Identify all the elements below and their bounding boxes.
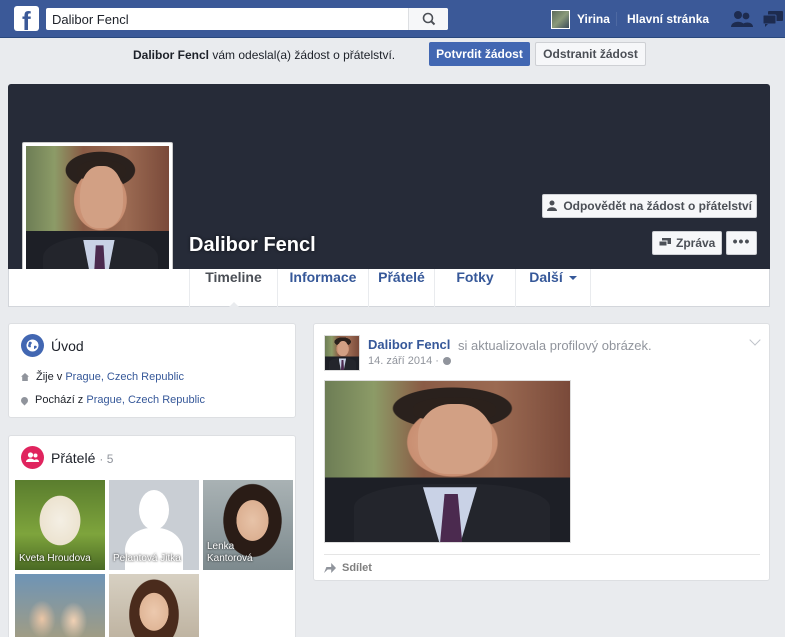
person-icon [546,200,557,211]
friend-name: Lenka Kantorová [207,541,253,564]
search-box[interactable] [46,8,448,30]
tab-more-label: Další [529,269,563,285]
divider [324,554,760,555]
friend-tile[interactable]: Pelantová Jitka [109,480,199,570]
top-navigation-bar: f Yirina Hlavní stránka [0,0,785,38]
intro-title: Úvod [51,338,84,354]
friends-icon [21,446,44,469]
request-message: vám odeslal(a) žádost o přátelství. [212,48,396,62]
message-label: Zpráva [675,236,716,250]
friends-count: · 5 [99,452,114,466]
tab-info[interactable]: Informace [278,269,369,307]
message-icon [658,238,671,247]
post-action-text: si aktualizovala profilový obrázek. [458,338,652,353]
delete-request-button[interactable]: Odstranit žádost [535,42,646,66]
location-pin-icon [19,395,30,405]
friend-name: Kveta Hroudova [19,553,91,564]
lives-prefix: Žije v [36,371,63,383]
friend-tile[interactable] [109,574,199,637]
message-button[interactable]: Zpráva [652,231,722,255]
respond-friend-request-button[interactable]: Odpovědět na žádost o přátelství [542,194,757,218]
home-icon [21,373,29,381]
home-link[interactable]: Hlavní stránka [627,12,709,26]
post-timestamp[interactable]: 14. září 2014 · [368,355,451,367]
from-place-link[interactable]: Prague, Czech Republic [86,394,205,406]
profile-link[interactable]: Yirina [551,9,610,29]
friend-request-text: Dalibor Fencl vám odeslal(a) žádost o př… [133,48,395,62]
search-input[interactable] [52,11,402,27]
facebook-logo-icon[interactable]: f [14,6,39,35]
caret-down-icon [568,276,577,284]
post-author[interactable]: Dalibor Fencl [368,337,450,352]
confirm-request-button[interactable]: Potvrdit žádost [429,42,530,66]
search-icon [422,12,436,26]
profile-photo [26,146,169,288]
user-name: Yirina [577,12,610,26]
from-row: Pochází z Prague, Czech Republic [19,394,205,406]
share-button[interactable]: Sdílet [324,562,372,574]
globe-icon [21,334,44,357]
avatar[interactable] [324,335,360,371]
timeline-post: Dalibor Fencl si aktualizovala profilový… [313,323,770,581]
search-button[interactable] [408,8,448,30]
post-image[interactable] [324,380,571,543]
post-date: 14. září 2014 · [368,355,439,367]
messages-icon[interactable] [762,10,784,28]
requester-name[interactable]: Dalibor Fencl [133,48,209,62]
lives-in-row: Žije v Prague, Czech Republic [21,371,184,383]
friends-title-label: Přátelé [51,450,96,466]
tab-photos[interactable]: Fotky [435,269,516,307]
friend-requests-icon[interactable] [731,10,753,28]
avatar [551,9,570,29]
respond-label: Odpovědět na žádost o přátelství [563,199,753,213]
lives-place-link[interactable]: Prague, Czech Republic [65,371,184,383]
profile-name: Dalibor Fencl [189,234,316,256]
globe-icon [442,357,451,365]
share-icon [324,563,336,573]
friends-card: Přátelé · 5 Kveta Hroudova Pelantová Jitk… [8,435,296,637]
friend-name: Pelantová Jitka [113,553,181,564]
friend-tile[interactable]: Lenka Kantorová [203,480,293,570]
more-options-button[interactable]: ••• [726,231,757,255]
friend-request-bar: Dalibor Fencl vám odeslal(a) žádost o př… [0,38,785,72]
from-prefix: Pochází z [35,394,84,406]
tab-friends[interactable]: Přátelé [369,269,435,307]
divider [616,12,617,26]
friend-tile[interactable] [15,574,105,637]
profile-tabs: Timeline Informace Přátelé Fotky Další [8,269,770,308]
friends-title[interactable]: Přátelé · 5 [51,450,113,466]
intro-card: Úvod Žije v Prague, Czech Republic Pochá… [8,323,296,418]
share-label: Sdílet [342,562,372,574]
friend-tile[interactable]: Kveta Hroudova [15,480,105,570]
chevron-down-icon[interactable] [749,334,761,346]
tab-timeline[interactable]: Timeline [189,269,278,308]
tab-more[interactable]: Další [516,269,591,307]
